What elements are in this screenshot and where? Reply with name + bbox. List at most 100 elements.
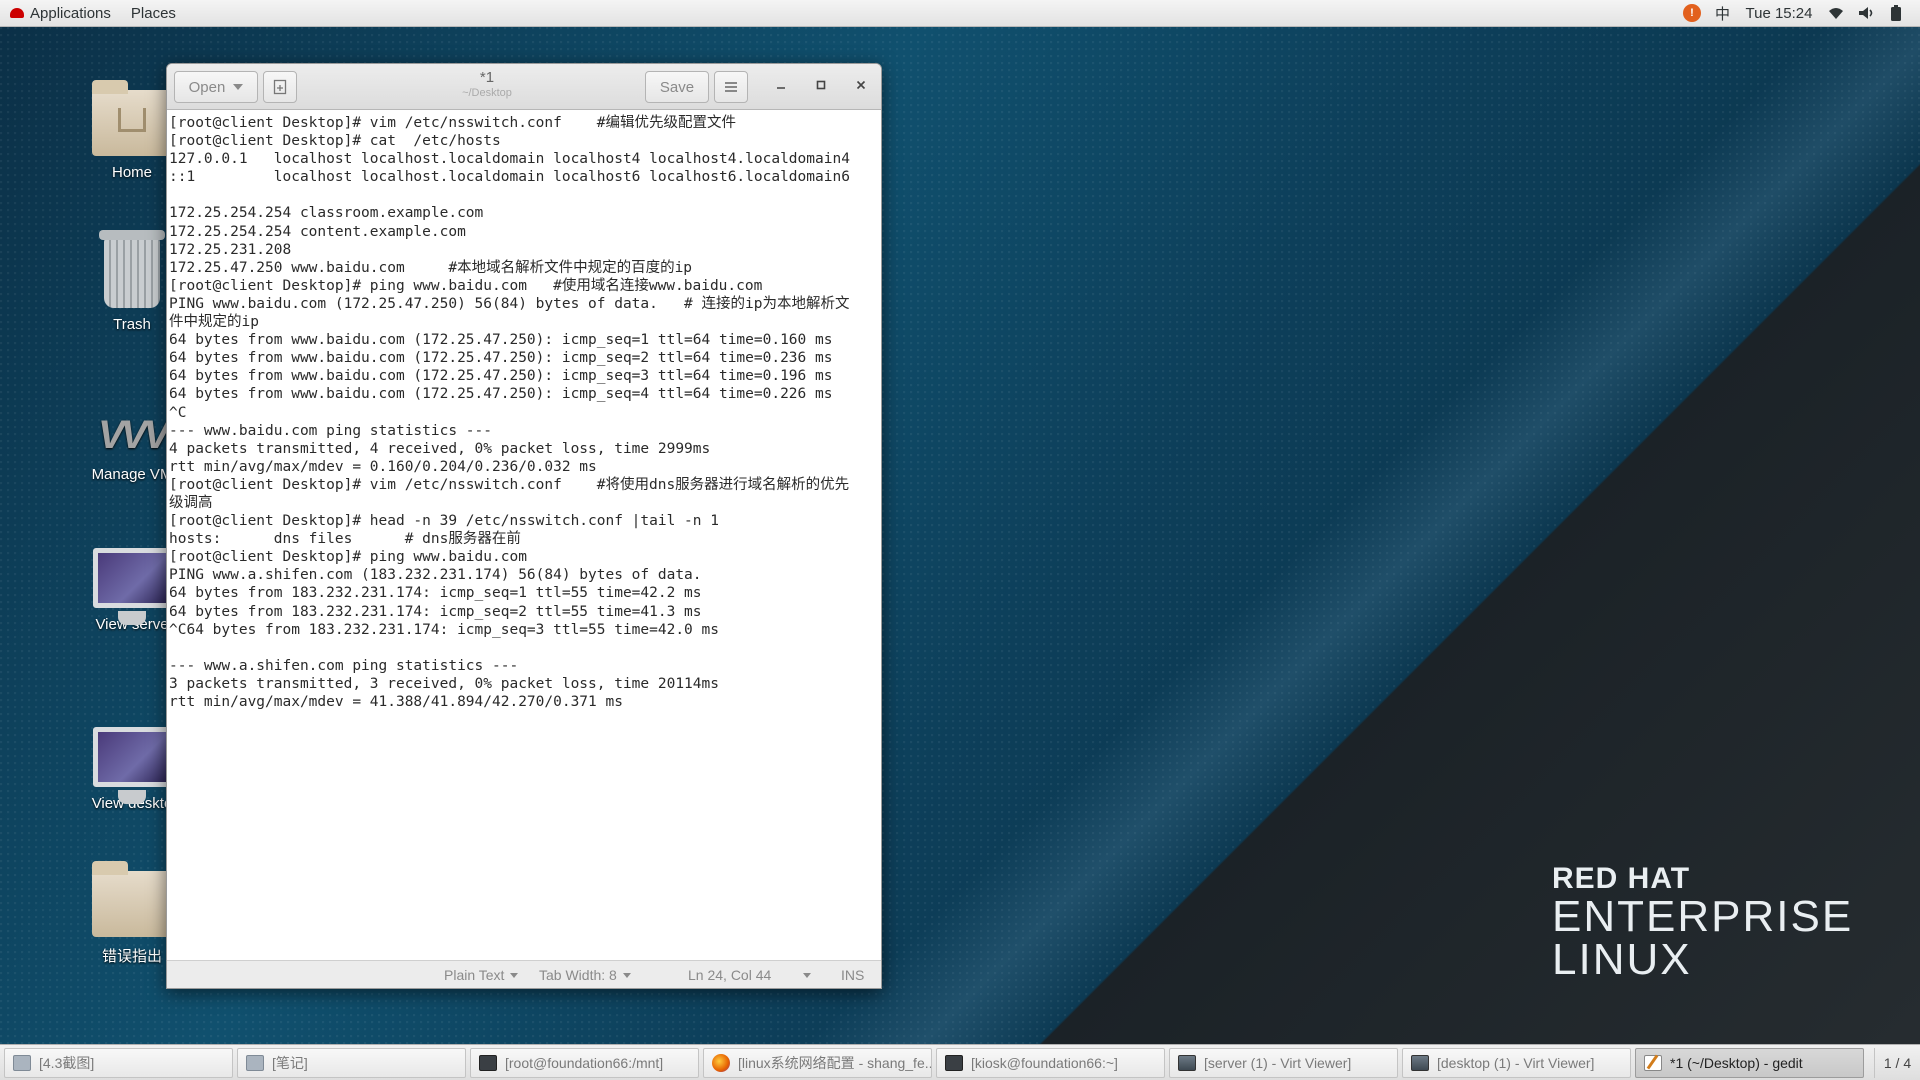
logo-line-1: RED HAT: [1552, 862, 1691, 895]
applications-menu[interactable]: Applications: [0, 0, 121, 27]
editor-line: --- www.baidu.com ping statistics ---: [169, 422, 493, 439]
document-icon: [246, 1054, 264, 1071]
home-folder-icon: [92, 80, 172, 156]
redhat-enterprise-linux-logo: RED HAT ENTERPRISE LINUX: [1552, 862, 1853, 982]
editor-line: 172.25.254.254 content.example.com: [169, 223, 466, 240]
taskbar-item[interactable]: [笔记]: [237, 1047, 466, 1078]
taskbar-item-label: [kiosk@foundation66:~]: [971, 1054, 1118, 1071]
editor-line: [root@client Desktop]# vim /etc/nsswitch…: [169, 476, 850, 493]
taskbar-item[interactable]: [root@foundation66:/mnt]: [470, 1047, 699, 1078]
battery-icon[interactable]: [1890, 4, 1902, 22]
logo-line-3: LINUX: [1552, 935, 1692, 984]
editor-line: [root@client Desktop]# ping www.baidu.co…: [169, 549, 527, 566]
taskbar-item-label: [root@foundation66:/mnt]: [505, 1054, 664, 1071]
volume-icon[interactable]: [1858, 6, 1876, 20]
chevron-down-icon: [622, 972, 631, 978]
text-editor-area[interactable]: [root@client Desktop]# vim /etc/nsswitch…: [167, 110, 881, 962]
editor-line: 127.0.0.1 localhost localhost.localdomai…: [169, 151, 850, 168]
language-selector[interactable]: Plain Text: [444, 967, 519, 983]
monitor-icon: [93, 548, 171, 625]
places-menu-label: Places: [130, 4, 176, 22]
chevron-down-icon: [510, 972, 519, 978]
taskbar-item-label: [desktop (1) - Virt Viewer]: [1437, 1054, 1595, 1071]
taskbar-item-label: [笔记]: [272, 1054, 308, 1071]
gedit-window: Open *1 ~/Desktop Save [root@client Desk…: [166, 63, 882, 989]
editor-line: 64 bytes from www.baidu.com (172.25.47.2…: [169, 350, 833, 367]
document-path: ~/Desktop: [462, 87, 512, 99]
window-list: [4.3截图] [笔记] [root@foundation66:/mnt] [linu…: [4, 1047, 1868, 1078]
notification-alert-icon[interactable]: !: [1682, 4, 1701, 22]
editor-line: 64 bytes from 183.232.231.174: icmp_seq=…: [169, 603, 702, 620]
editor-line: 3 packets transmitted, 3 received, 0% pa…: [169, 675, 719, 692]
insert-mode-indicator[interactable]: INS: [841, 967, 864, 983]
taskbar-item[interactable]: [linux系统网络配置 - shang_fe...: [703, 1047, 932, 1078]
editor-line: ::1 localhost localhost.localdomain loca…: [169, 169, 850, 186]
editor-line: 64 bytes from www.baidu.com (172.25.47.2…: [169, 332, 833, 349]
maximize-icon: [816, 80, 826, 90]
taskbar-item[interactable]: [4.3截图]: [4, 1047, 233, 1078]
editor-line: [root@client Desktop]# ping www.baidu.co…: [169, 277, 763, 294]
cursor-position-label: Ln 24, Col 44: [688, 967, 772, 983]
terminal-icon: [479, 1054, 497, 1071]
minimize-icon: [777, 87, 785, 89]
insert-mode-label: INS: [841, 967, 865, 983]
minimize-button[interactable]: [771, 77, 791, 97]
editor-line: 64 bytes from www.baidu.com (172.25.47.2…: [169, 368, 833, 385]
editor-line: hosts: dns files # dns服务器在前: [169, 531, 521, 548]
input-method-indicator[interactable]: 中: [1715, 3, 1730, 24]
open-button[interactable]: Open: [174, 71, 258, 103]
taskbar-item-label: [4.3截图]: [39, 1054, 95, 1071]
document-icon: [13, 1054, 31, 1071]
editor-line: PING www.baidu.com (172.25.47.250) 56(84…: [169, 295, 850, 312]
save-button-label: Save: [659, 78, 695, 96]
taskbar-item[interactable]: [desktop (1) - Virt Viewer]: [1402, 1047, 1631, 1078]
maximize-button[interactable]: [811, 77, 831, 97]
open-button-label: Open: [188, 78, 226, 96]
hamburger-icon: [725, 82, 737, 92]
editor-line: [root@client Desktop]# cat /etc/hosts: [169, 133, 501, 150]
terminal-icon: [945, 1054, 963, 1071]
save-button[interactable]: Save: [645, 71, 709, 103]
trash-icon: [99, 230, 165, 308]
cursor-position[interactable]: Ln 24, Col 44: [688, 967, 771, 983]
taskbar-item-label: [server (1) - Virt Viewer]: [1204, 1054, 1352, 1071]
editor-line: ^C64 bytes from 183.232.231.174: icmp_se…: [169, 621, 719, 638]
editor-line: --- www.a.shifen.com ping statistics ---: [169, 657, 519, 674]
bottom-taskbar: [4.3截图] [笔记] [root@foundation66:/mnt] [linu…: [0, 1044, 1920, 1080]
logo-line-2: ENTERPRISE: [1552, 892, 1854, 941]
taskbar-item[interactable]: *1 (~/Desktop) - gedit: [1635, 1047, 1864, 1078]
folder-icon: [92, 861, 172, 937]
chevron-down-icon: [233, 84, 244, 90]
system-tray: ! 中 Tue 15:24: [1682, 3, 1920, 24]
document-title: *1: [479, 69, 495, 86]
editor-line: ^C: [169, 404, 187, 421]
hamburger-menu-button[interactable]: [714, 71, 748, 103]
new-document-button[interactable]: [263, 71, 297, 103]
wifi-icon[interactable]: [1828, 6, 1844, 20]
editor-line: 64 bytes from 183.232.231.174: icmp_seq=…: [169, 585, 702, 602]
language-label: Plain Text: [444, 967, 505, 983]
close-button[interactable]: [851, 77, 871, 97]
editor-line: 172.25.254.254 classroom.example.com: [169, 205, 484, 222]
chevron-down-icon[interactable]: [803, 973, 811, 978]
tab-width-selector[interactable]: Tab Width: 8: [539, 967, 631, 983]
places-menu[interactable]: Places: [121, 0, 186, 27]
taskbar-item-label: *1 (~/Desktop) - gedit: [1670, 1054, 1803, 1071]
editor-line: 172.25.47.250 www.baidu.com #本地域名解析文件中规定…: [169, 259, 693, 276]
workspace-indicator: 1 / 4: [1883, 1054, 1912, 1071]
editor-line: 172.25.231.208: [169, 241, 292, 258]
top-panel: Applications Places ! 中 Tue 15:24: [0, 0, 1920, 27]
clock[interactable]: Tue 15:24: [1744, 5, 1814, 22]
editor-line: 4 packets transmitted, 4 received, 0% pa…: [169, 440, 711, 457]
tab-width-label: Tab Width: 8: [539, 967, 617, 983]
window-headerbar[interactable]: Open *1 ~/Desktop Save: [167, 64, 881, 110]
taskbar-item[interactable]: [kiosk@foundation66:~]: [936, 1047, 1165, 1078]
taskbar-item[interactable]: [server (1) - Virt Viewer]: [1169, 1047, 1398, 1078]
virt-viewer-icon: [1411, 1054, 1429, 1071]
vm-manager-icon: VVV: [97, 413, 170, 457]
editor-line: 级调高: [169, 494, 213, 511]
redhat-hat-icon: [10, 8, 24, 18]
workspace-switcher[interactable]: 1 / 4: [1874, 1047, 1920, 1078]
